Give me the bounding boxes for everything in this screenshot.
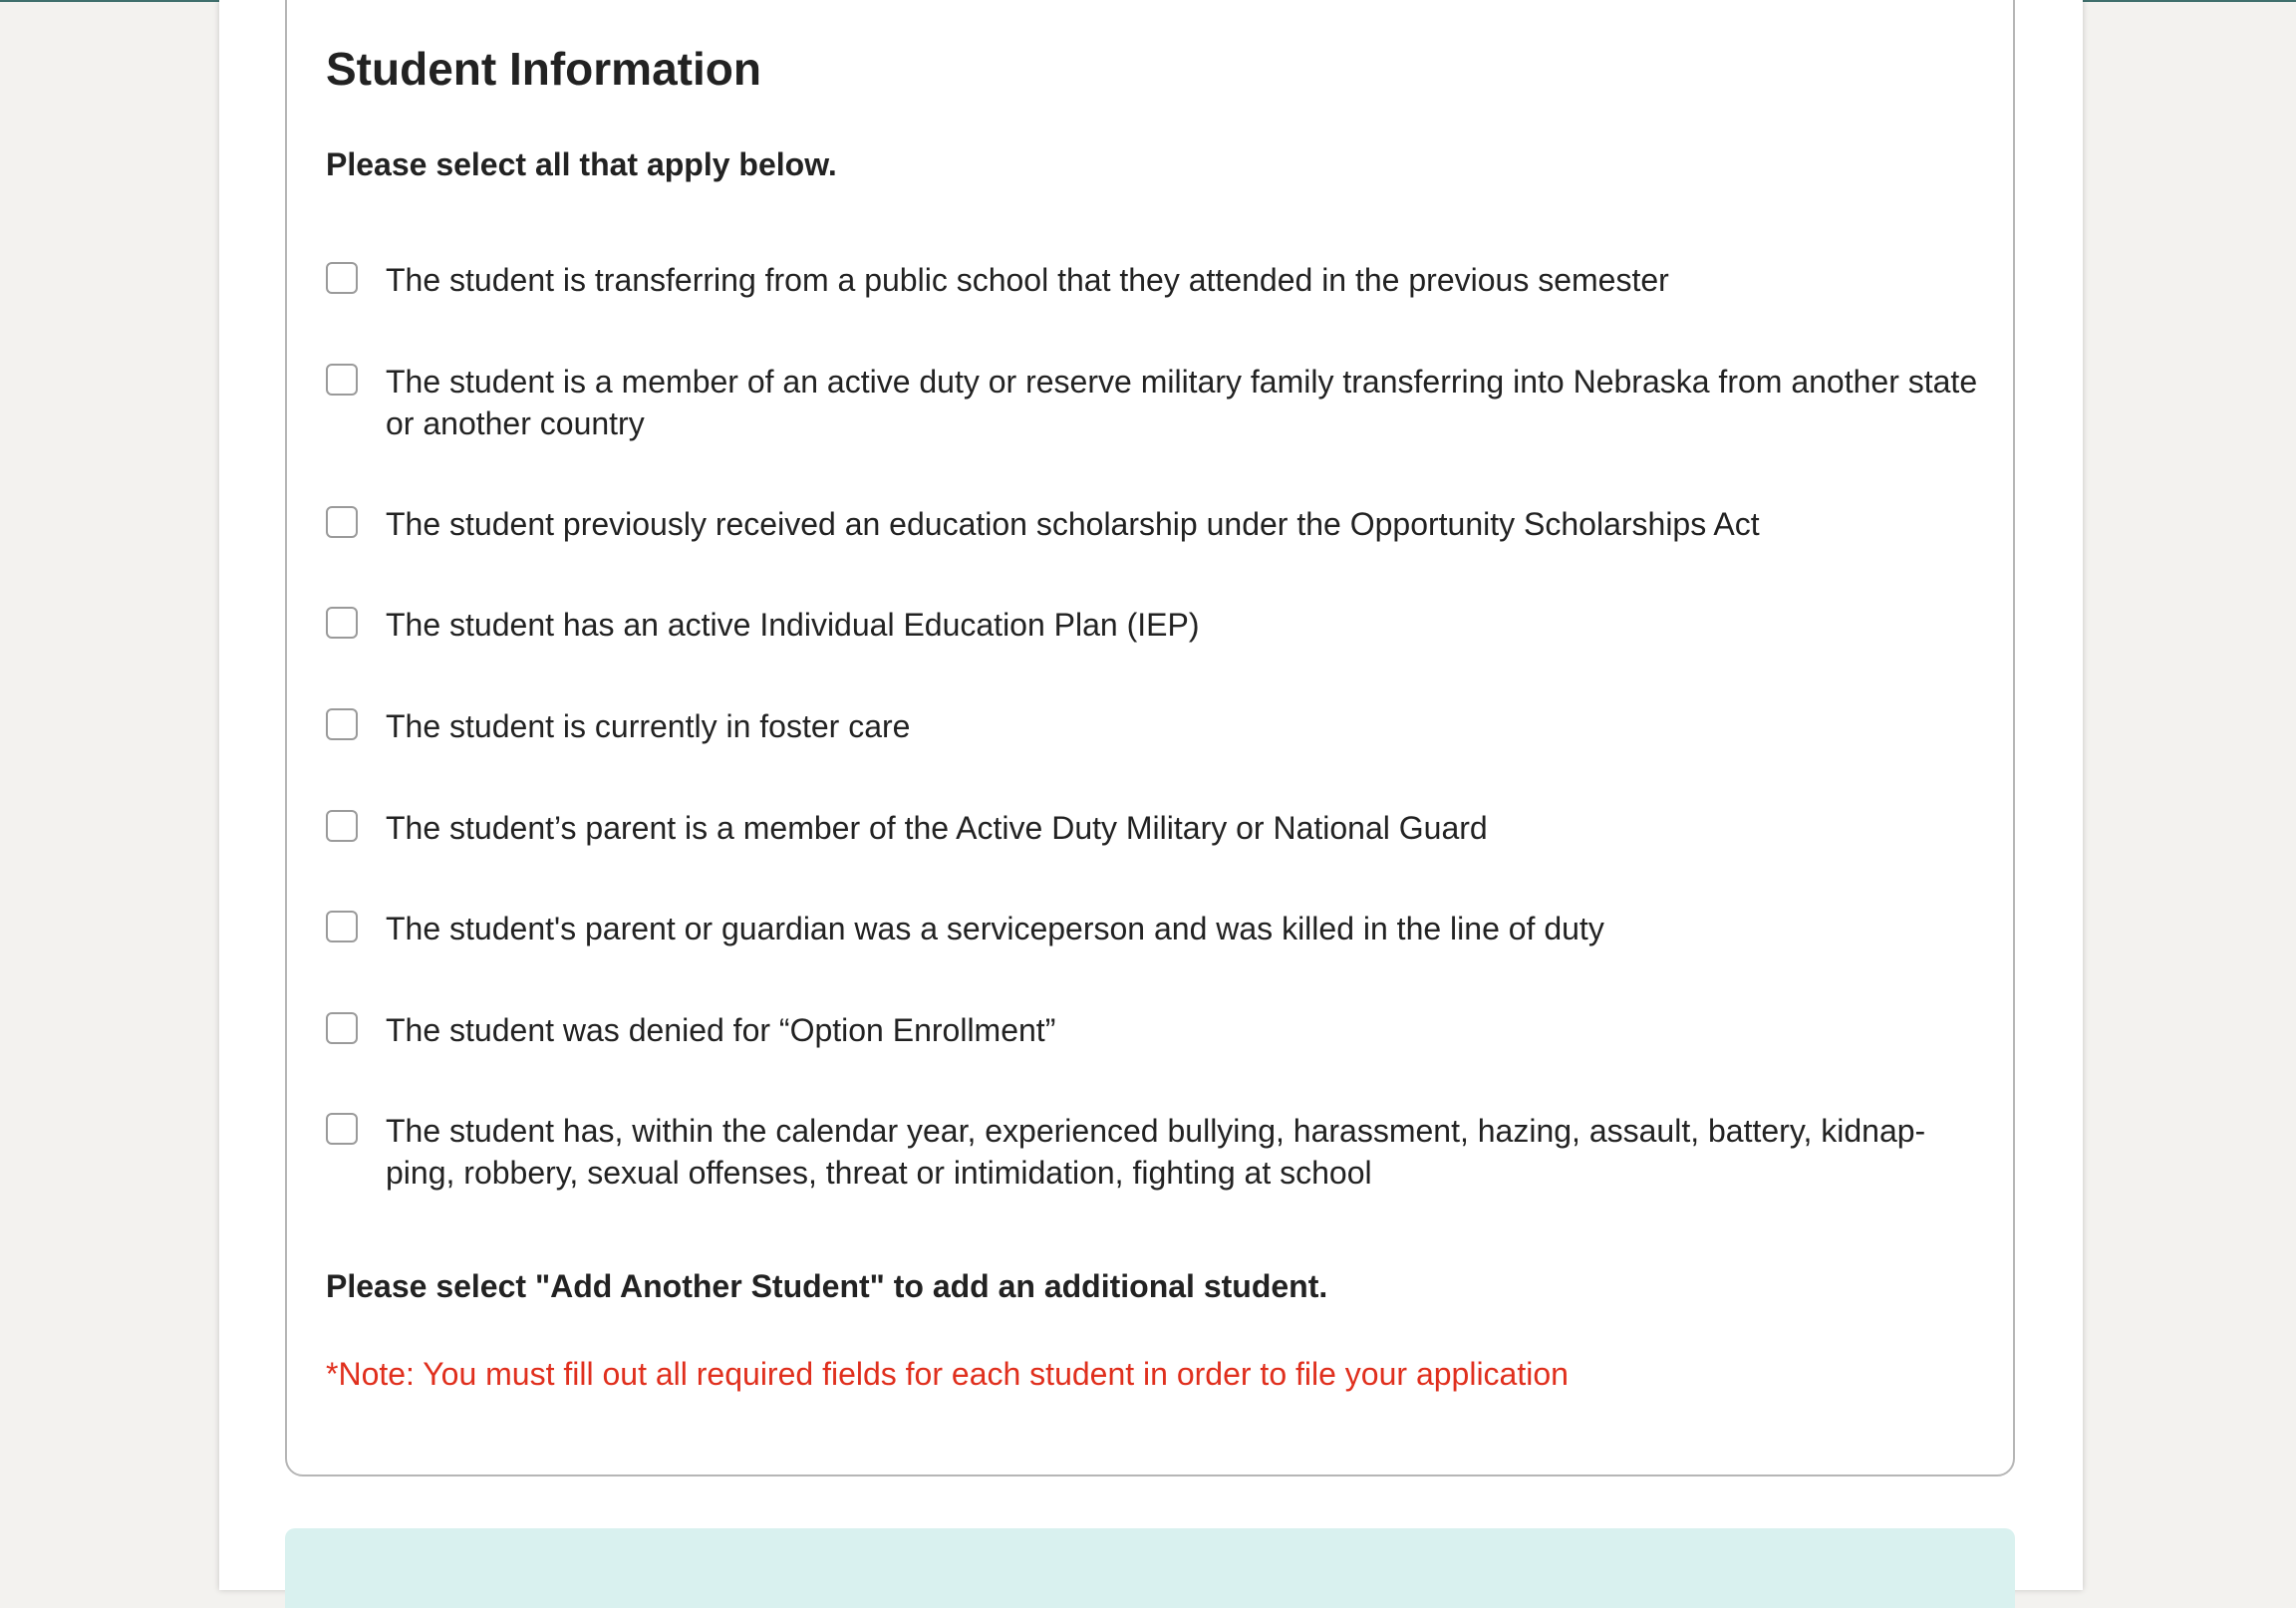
checkbox[interactable] [326,506,358,538]
option-parent-killed-in-duty[interactable]: The student's parent or guardian was a s… [326,908,1980,949]
option-label: The student's parent or guardian was a s… [386,911,1604,946]
option-label: The student has, within the calendar yea… [386,1113,1926,1191]
checkbox[interactable] [326,364,358,396]
option-label: The student is transferring from a publi… [386,262,1669,298]
option-label: The student previously received an educa… [386,506,1760,542]
checkbox[interactable] [326,810,358,842]
checkbox[interactable] [326,708,358,740]
option-label: The student has an active Individual Edu… [386,607,1200,643]
option-parent-military[interactable]: The student’s parent is a member of the … [326,807,1980,849]
option-transferring-public-school[interactable]: The student is transferring from a publi… [326,259,1980,301]
option-label: The student is a member of an active dut… [386,364,1978,441]
checkbox[interactable] [326,1012,358,1044]
checkbox[interactable] [326,262,358,294]
option-denied-option-enrollment[interactable]: The student was denied for “Option Enrol… [326,1009,1980,1051]
option-previous-scholarship[interactable]: The student previously received an educa… [326,503,1980,545]
required-fields-note: *Note: You must fill out all required fi… [326,1356,1569,1392]
option-foster-care[interactable]: The student is currently in foster care [326,705,1980,747]
option-active-iep[interactable]: The student has an active Individual Edu… [326,604,1980,646]
add-another-student-note: Please select "Add Another Student" to a… [326,1268,1328,1304]
section-title: Student Information [326,43,761,95]
option-military-family-transfer[interactable]: The student is a member of an active dut… [326,361,1980,444]
checkbox[interactable] [326,607,358,639]
option-label: The student was denied for “Option Enrol… [386,1012,1056,1048]
option-label: The student is currently in foster care [386,708,911,744]
select-instruction: Please select all that apply below. [326,146,837,182]
bottom-action-bar [285,1528,2015,1608]
checkbox[interactable] [326,1113,358,1145]
option-bullying-harassment[interactable]: The student has, within the calendar yea… [326,1110,1980,1194]
checkbox[interactable] [326,911,358,942]
option-label: The student’s parent is a member of the … [386,810,1488,846]
